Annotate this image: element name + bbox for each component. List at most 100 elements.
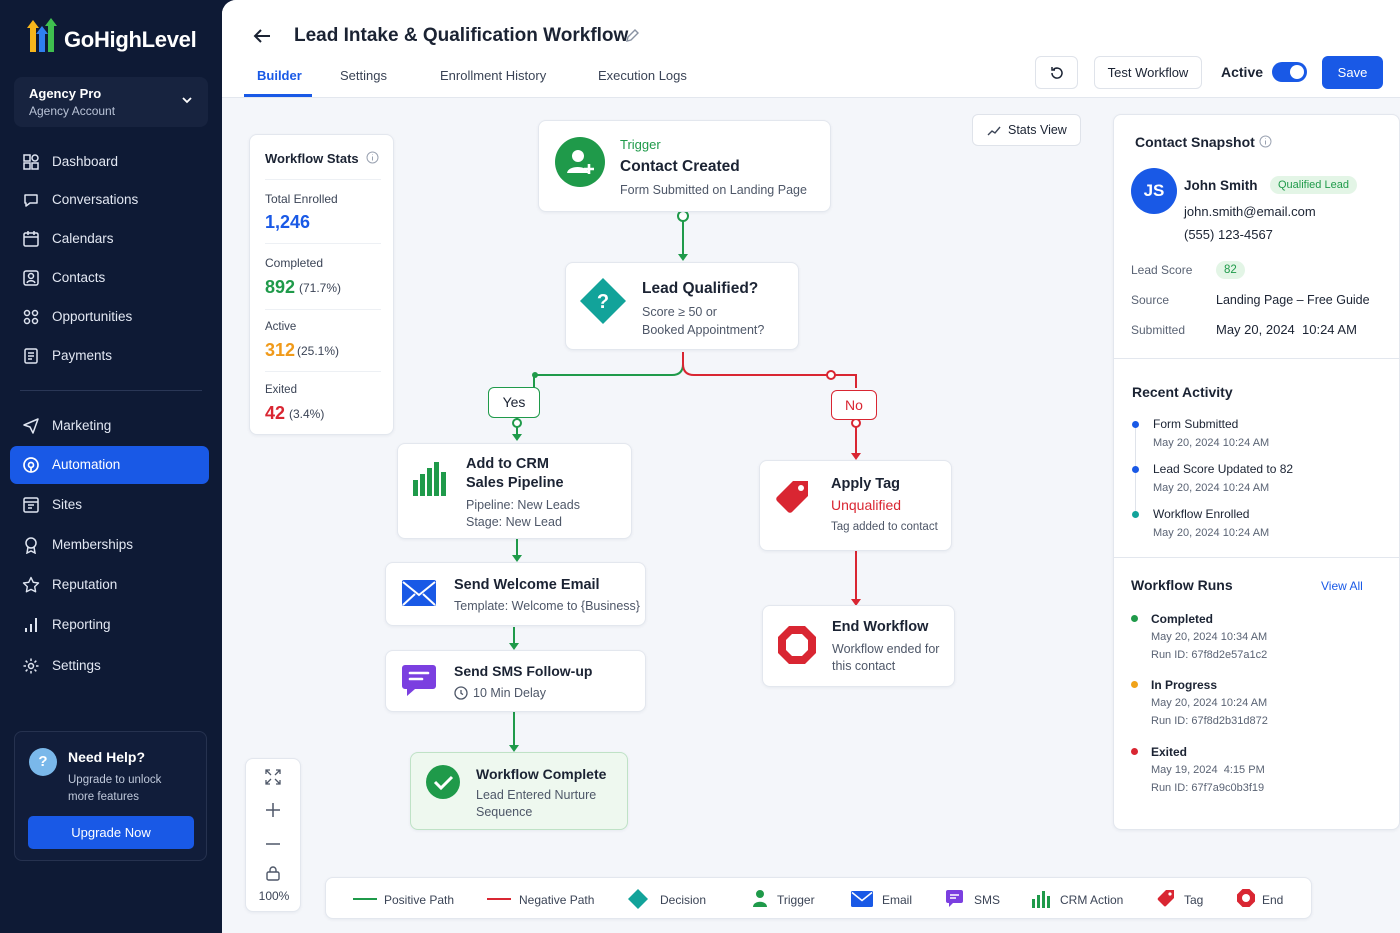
sidebar-item-reputation[interactable]: Reputation <box>10 566 209 604</box>
sidebar-item-settings[interactable]: Settings <box>10 647 209 685</box>
contact-email[interactable]: john.smith@email.com <box>1184 204 1316 219</box>
contact-panel: Contact Snapshot JS John Smith Qualified… <box>1113 114 1400 830</box>
clock-icon <box>454 686 468 700</box>
sidebar-item-calendars[interactable]: Calendars <box>10 220 209 258</box>
info-icon[interactable] <box>1259 135 1272 148</box>
email-node[interactable]: Send Welcome Email Template: Welcome to … <box>385 562 646 626</box>
workflow-complete-node[interactable]: Workflow Complete Lead Entered Nurture S… <box>410 752 628 830</box>
stat-percent: (25.1%) <box>297 344 340 358</box>
sidebar-item-contacts[interactable]: Contacts <box>10 259 209 297</box>
zoom-out-icon[interactable] <box>266 843 280 845</box>
end-workflow-node[interactable]: End Workflow Workflow ended for this con… <box>762 605 955 687</box>
sidebar-item-conversations[interactable]: Conversations <box>10 181 209 219</box>
sidebar-divider <box>20 390 202 391</box>
tag-icon <box>776 481 808 513</box>
reporting-icon <box>25 618 37 632</box>
yes-branch-label[interactable]: Yes <box>488 387 540 418</box>
timeline-dot <box>1132 511 1139 518</box>
chat-icon <box>24 194 38 207</box>
activity-time: May 20, 2024 10:24 AM <box>1153 437 1270 449</box>
crm-pipeline: Pipeline: New Leads <box>466 498 580 512</box>
stat-value: 892 <box>265 277 296 297</box>
sidebar-item-payments[interactable]: Payments <box>10 337 209 375</box>
run-id[interactable]: Run ID: 67f8d2e57a1c2 <box>1151 649 1267 661</box>
legend-label: Email <box>882 893 913 907</box>
email-icon <box>402 580 436 606</box>
activity-time: May 20, 2024 10:24 AM <box>1153 482 1270 494</box>
sidebar: GoHighLevel Agency Pro Agency Account Da… <box>0 0 222 933</box>
sidebar-item-reporting[interactable]: Reporting <box>10 606 209 644</box>
tag-name: Unqualified <box>831 497 902 513</box>
dashboard-icon <box>23 154 39 170</box>
negative-path-swatch <box>487 898 511 900</box>
account-switcher[interactable]: Agency Pro Agency Account <box>14 77 208 127</box>
sidebar-item-label: Contacts <box>52 270 106 285</box>
zoom-in-icon[interactable] <box>266 803 280 817</box>
stat-percent: (3.4%) <box>289 407 325 421</box>
tag-title: Apply Tag <box>831 476 901 492</box>
legend-label: SMS <box>974 893 1001 907</box>
sidebar-item-marketing[interactable]: Marketing <box>10 407 209 445</box>
legend-label: Negative Path <box>519 893 595 907</box>
stat-percent: (71.7%) <box>299 281 342 295</box>
sidebar-item-memberships[interactable]: Memberships <box>10 526 209 564</box>
sidebar-item-dashboard[interactable]: Dashboard <box>10 143 209 181</box>
lock-icon[interactable] <box>266 865 280 881</box>
avatar: JS <box>1131 168 1177 214</box>
field-value: Landing Page – Free Guide <box>1216 293 1370 307</box>
run-status: Completed <box>1151 612 1214 626</box>
zoom-level: 100% <box>258 889 290 903</box>
contacts-icon <box>23 270 39 286</box>
run-status: In Progress <box>1151 678 1218 692</box>
status-dot <box>1131 681 1138 688</box>
brand-name: GoHighLevel <box>64 27 197 52</box>
contact-name: John Smith <box>1184 178 1258 193</box>
divider <box>1114 358 1400 359</box>
crm-action-node[interactable]: Add to CRM Sales Pipeline Pipeline: New … <box>397 443 632 539</box>
upgrade-button[interactable]: Upgrade Now <box>28 816 194 849</box>
sidebar-item-label: Conversations <box>52 192 139 207</box>
tag-subtitle: Tag added to contact <box>831 521 938 533</box>
timeline-dot <box>1132 466 1139 473</box>
sms-title: Send SMS Follow-up <box>454 663 593 679</box>
sidebar-item-label: Settings <box>52 658 101 673</box>
payments-icon <box>24 348 38 364</box>
apply-tag-node[interactable]: Apply Tag Unqualified Tag added to conta… <box>759 460 952 551</box>
contact-snapshot-title: Contact Snapshot <box>1135 134 1255 150</box>
decision-line2: Booked Appointment? <box>642 323 765 337</box>
membership-icon <box>25 537 37 554</box>
status-dot <box>1131 615 1138 622</box>
activity-title: Lead Score Updated to 82 <box>1153 462 1294 476</box>
complete-title: Workflow Complete <box>476 766 607 782</box>
sidebar-item-opportunities[interactable]: Opportunities <box>10 298 209 336</box>
activity-title: Form Submitted <box>1153 417 1239 431</box>
divider <box>265 179 381 180</box>
crm-title-2: Sales Pipeline <box>466 475 564 491</box>
info-icon[interactable] <box>366 151 379 164</box>
email-title: Send Welcome Email <box>454 577 600 593</box>
sidebar-item-label: Marketing <box>52 418 112 433</box>
stat-value: 42 <box>265 403 286 423</box>
stat-label: Total Enrolled <box>265 192 338 206</box>
email-icon <box>851 891 873 907</box>
sidebar-item-automation[interactable]: Automation <box>10 446 209 484</box>
view-all-link[interactable]: View All <box>1321 579 1363 593</box>
field-label: Submitted <box>1131 323 1186 337</box>
tag-icon <box>1157 890 1174 907</box>
decision-title: Lead Qualified? <box>642 280 759 297</box>
trigger-icon <box>753 890 767 907</box>
run-id[interactable]: Run ID: 67f8d2b31d872 <box>1151 715 1268 727</box>
sidebar-item-sites[interactable]: Sites <box>10 486 209 524</box>
fit-screen-icon[interactable] <box>265 769 281 785</box>
crm-title-1: Add to CRM <box>466 456 549 472</box>
decision-node[interactable]: ? Lead Qualified? Score ≥ 50 or Booked A… <box>565 262 799 350</box>
crm-chart-icon <box>413 462 446 496</box>
sms-icon <box>946 890 963 907</box>
no-branch-label[interactable]: No <box>831 390 877 420</box>
sms-node[interactable]: Send SMS Follow-up 10 Min Delay <box>385 650 646 712</box>
trigger-node[interactable]: Trigger Contact Created Form Submitted o… <box>538 120 831 212</box>
contact-phone[interactable]: (555) 123-4567 <box>1184 227 1273 242</box>
run-status: Exited <box>1151 745 1188 759</box>
run-id[interactable]: Run ID: 67f7a9c0b3f19 <box>1151 782 1264 794</box>
stats-view-button[interactable]: Stats View <box>972 114 1081 146</box>
